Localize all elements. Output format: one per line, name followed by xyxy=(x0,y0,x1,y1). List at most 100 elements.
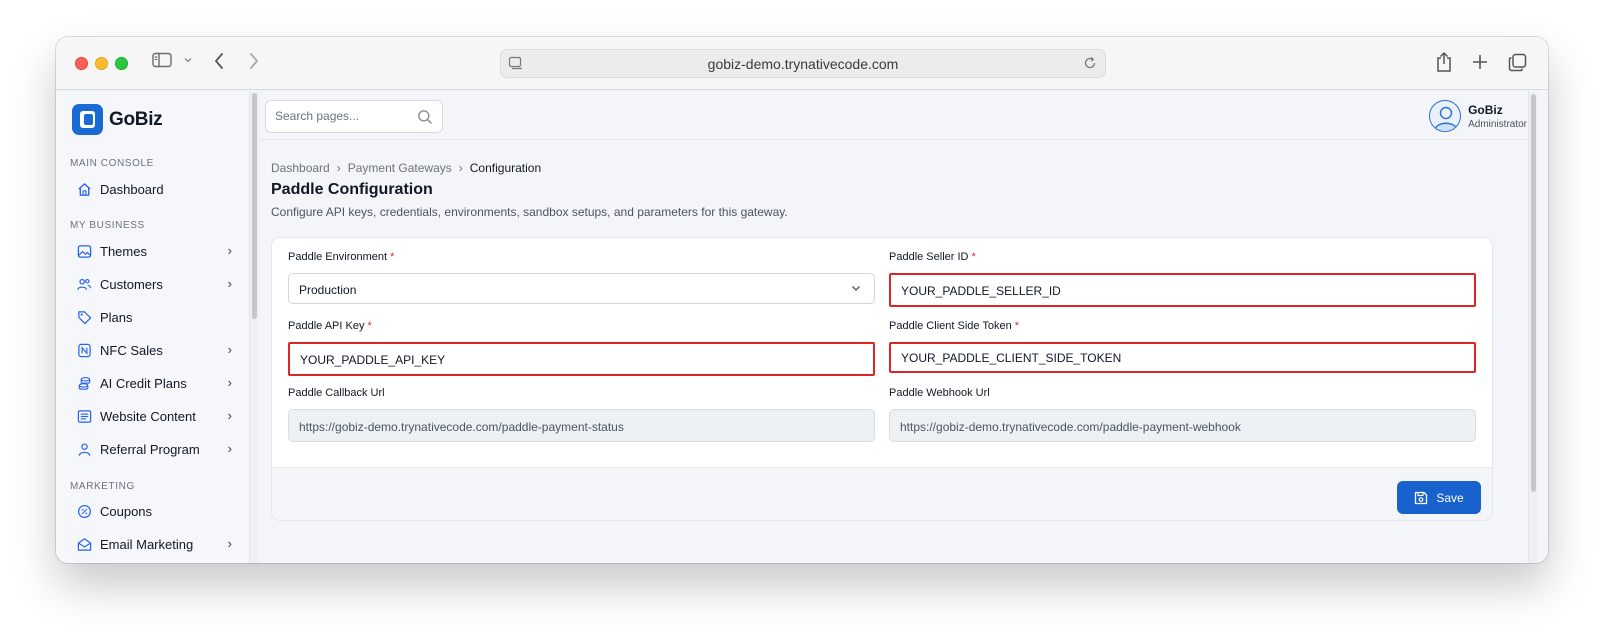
sidebar-item-website-content[interactable]: Website Content › xyxy=(76,403,232,429)
chevron-right-icon: › xyxy=(227,375,232,390)
field-label: Paddle Environment * xyxy=(288,251,395,263)
configuration-card: Paddle Environment * Production Paddle Se… xyxy=(271,237,1493,521)
sidebar-item-ai-credit-plans[interactable]: AI Credit Plans › xyxy=(76,370,232,396)
image-icon xyxy=(76,243,92,259)
user-name: GoBiz xyxy=(1468,102,1503,117)
save-button[interactable]: Save xyxy=(1397,481,1481,514)
breadcrumb-separator: › xyxy=(458,161,463,175)
callback-url-input[interactable]: https://gobiz-demo.trynativecode.com/pad… xyxy=(288,409,875,442)
forward-icon[interactable] xyxy=(248,52,260,70)
breadcrumb-current: Configuration xyxy=(469,161,542,175)
chevron-right-icon: › xyxy=(227,276,232,291)
client-token-value: YOUR_PADDLE_CLIENT_SIDE_TOKEN xyxy=(901,351,1122,365)
api-key-value: YOUR_PADDLE_API_KEY xyxy=(300,353,446,367)
chevron-down-icon xyxy=(850,282,862,297)
sidebar-item-customers[interactable]: Customers › xyxy=(76,271,232,297)
seller-id-field: Paddle Seller ID * YOUR_PADDLE_SELLER_ID xyxy=(889,251,1476,307)
share-icon[interactable] xyxy=(1435,51,1453,73)
main-content: GoBiz Administrator Dashboard › Payment … xyxy=(259,91,1538,563)
main-scrollbar[interactable] xyxy=(1528,91,1538,563)
webhook-url-input[interactable]: https://gobiz-demo.trynativecode.com/pad… xyxy=(889,409,1476,442)
client-token-input[interactable]: YOUR_PADDLE_CLIENT_SIDE_TOKEN xyxy=(889,342,1476,373)
back-icon[interactable] xyxy=(213,52,225,70)
reload-icon[interactable] xyxy=(1083,56,1097,70)
card-footer: Save xyxy=(272,467,1492,520)
brand-logo[interactable]: GoBiz xyxy=(72,104,163,135)
chevron-right-icon: › xyxy=(227,441,232,456)
main-scrollbar-thumb[interactable] xyxy=(1531,94,1536,492)
user-avatar-icon xyxy=(1434,106,1458,131)
user-menu[interactable]: GoBiz Administrator xyxy=(1429,100,1527,132)
api-key-field: Paddle API Key * YOUR_PADDLE_API_KEY xyxy=(288,320,875,376)
nfc-icon xyxy=(76,342,92,358)
sidebar-item-label: Email Marketing xyxy=(100,536,194,552)
field-label: Paddle API Key * xyxy=(288,320,372,332)
breadcrumb-dashboard[interactable]: Dashboard xyxy=(271,161,330,175)
sidebar-item-label: Themes xyxy=(100,243,147,259)
logo-icon xyxy=(72,104,103,135)
users-icon xyxy=(76,276,92,292)
search-input[interactable] xyxy=(275,109,405,123)
sidebar-item-coupons[interactable]: Coupons xyxy=(76,498,232,524)
mail-icon xyxy=(76,536,92,552)
save-label: Save xyxy=(1436,490,1464,505)
sidebar-item-label: Referral Program xyxy=(100,441,200,457)
new-tab-icon[interactable] xyxy=(1471,53,1489,71)
close-window-button[interactable] xyxy=(75,57,88,70)
coins-icon xyxy=(76,375,92,391)
seller-id-input[interactable]: YOUR_PADDLE_SELLER_ID xyxy=(889,273,1476,307)
url-text: gobiz-demo.trynativecode.com xyxy=(707,56,899,72)
brand-name: GoBiz xyxy=(109,108,163,130)
chevron-down-icon[interactable] xyxy=(183,56,193,64)
document-icon xyxy=(76,408,92,424)
sidebar-item-label: NFC Sales xyxy=(100,342,163,358)
minimize-window-button[interactable] xyxy=(95,57,108,70)
environment-select[interactable]: Production xyxy=(288,273,875,304)
section-label-main-console: MAIN CONSOLE xyxy=(70,158,154,169)
page-title: Paddle Configuration xyxy=(271,181,433,198)
section-label-my-business: MY BUSINESS xyxy=(70,220,145,231)
breadcrumb: Dashboard › Payment Gateways › Configura… xyxy=(271,161,541,175)
sidebar-item-email-marketing[interactable]: Email Marketing › xyxy=(76,531,232,557)
client-token-field: Paddle Client Side Token * YOUR_PADDLE_CL… xyxy=(889,320,1476,373)
chevron-right-icon: › xyxy=(227,342,232,357)
field-label: Paddle Callback Url xyxy=(288,387,385,399)
breadcrumb-payment-gateways[interactable]: Payment Gateways xyxy=(348,161,452,175)
tab-overview-icon[interactable] xyxy=(1508,53,1527,72)
chevron-right-icon: › xyxy=(227,536,232,551)
page-subtitle: Configure API keys, credentials, environ… xyxy=(271,205,788,219)
chevron-right-icon: › xyxy=(227,408,232,423)
section-label-marketing: MARKETING xyxy=(70,481,135,492)
maximize-window-button[interactable] xyxy=(115,57,128,70)
seller-id-value: YOUR_PADDLE_SELLER_ID xyxy=(901,284,1061,298)
sidebar-toggle-icon[interactable] xyxy=(152,52,172,68)
search-box[interactable] xyxy=(265,100,443,133)
sidebar-scrollbar-thumb[interactable] xyxy=(252,93,257,319)
sidebar-item-label: AI Credit Plans xyxy=(100,375,187,391)
avatar[interactable] xyxy=(1429,100,1462,132)
save-icon xyxy=(1414,491,1428,505)
sidebar-item-plans[interactable]: Plans xyxy=(76,304,232,330)
sidebar-item-themes[interactable]: Themes › xyxy=(76,238,232,264)
browser-window: gobiz-demo.trynativecode.com GoBiz MAIN … xyxy=(56,37,1548,563)
search-icon[interactable] xyxy=(417,109,433,130)
sidebar-item-referral-program[interactable]: Referral Program › xyxy=(76,436,232,462)
percent-icon xyxy=(76,503,92,519)
field-label: Paddle Seller ID * xyxy=(889,251,976,263)
tag-icon xyxy=(76,309,92,325)
webhook-url-field: Paddle Webhook Url https://gobiz-demo.tr… xyxy=(889,387,1476,442)
chevron-right-icon: › xyxy=(227,243,232,258)
sidebar-item-dashboard[interactable]: Dashboard xyxy=(76,176,232,202)
sidebar-scrollbar[interactable] xyxy=(249,91,259,563)
sidebar-item-label: Website Content xyxy=(100,408,196,424)
browser-toolbar: gobiz-demo.trynativecode.com xyxy=(56,37,1548,90)
address-bar[interactable]: gobiz-demo.trynativecode.com xyxy=(500,49,1106,78)
environment-value: Production xyxy=(299,283,357,297)
sidebar-item-nfc-sales[interactable]: NFC Sales › xyxy=(76,337,232,363)
user-icon xyxy=(76,441,92,457)
sidebar-item-label: Plans xyxy=(100,309,133,325)
user-role: Administrator xyxy=(1468,118,1527,130)
callback-url-value: https://gobiz-demo.trynativecode.com/pad… xyxy=(299,420,624,434)
api-key-input[interactable]: YOUR_PADDLE_API_KEY xyxy=(288,342,875,376)
breadcrumb-separator: › xyxy=(336,161,341,175)
